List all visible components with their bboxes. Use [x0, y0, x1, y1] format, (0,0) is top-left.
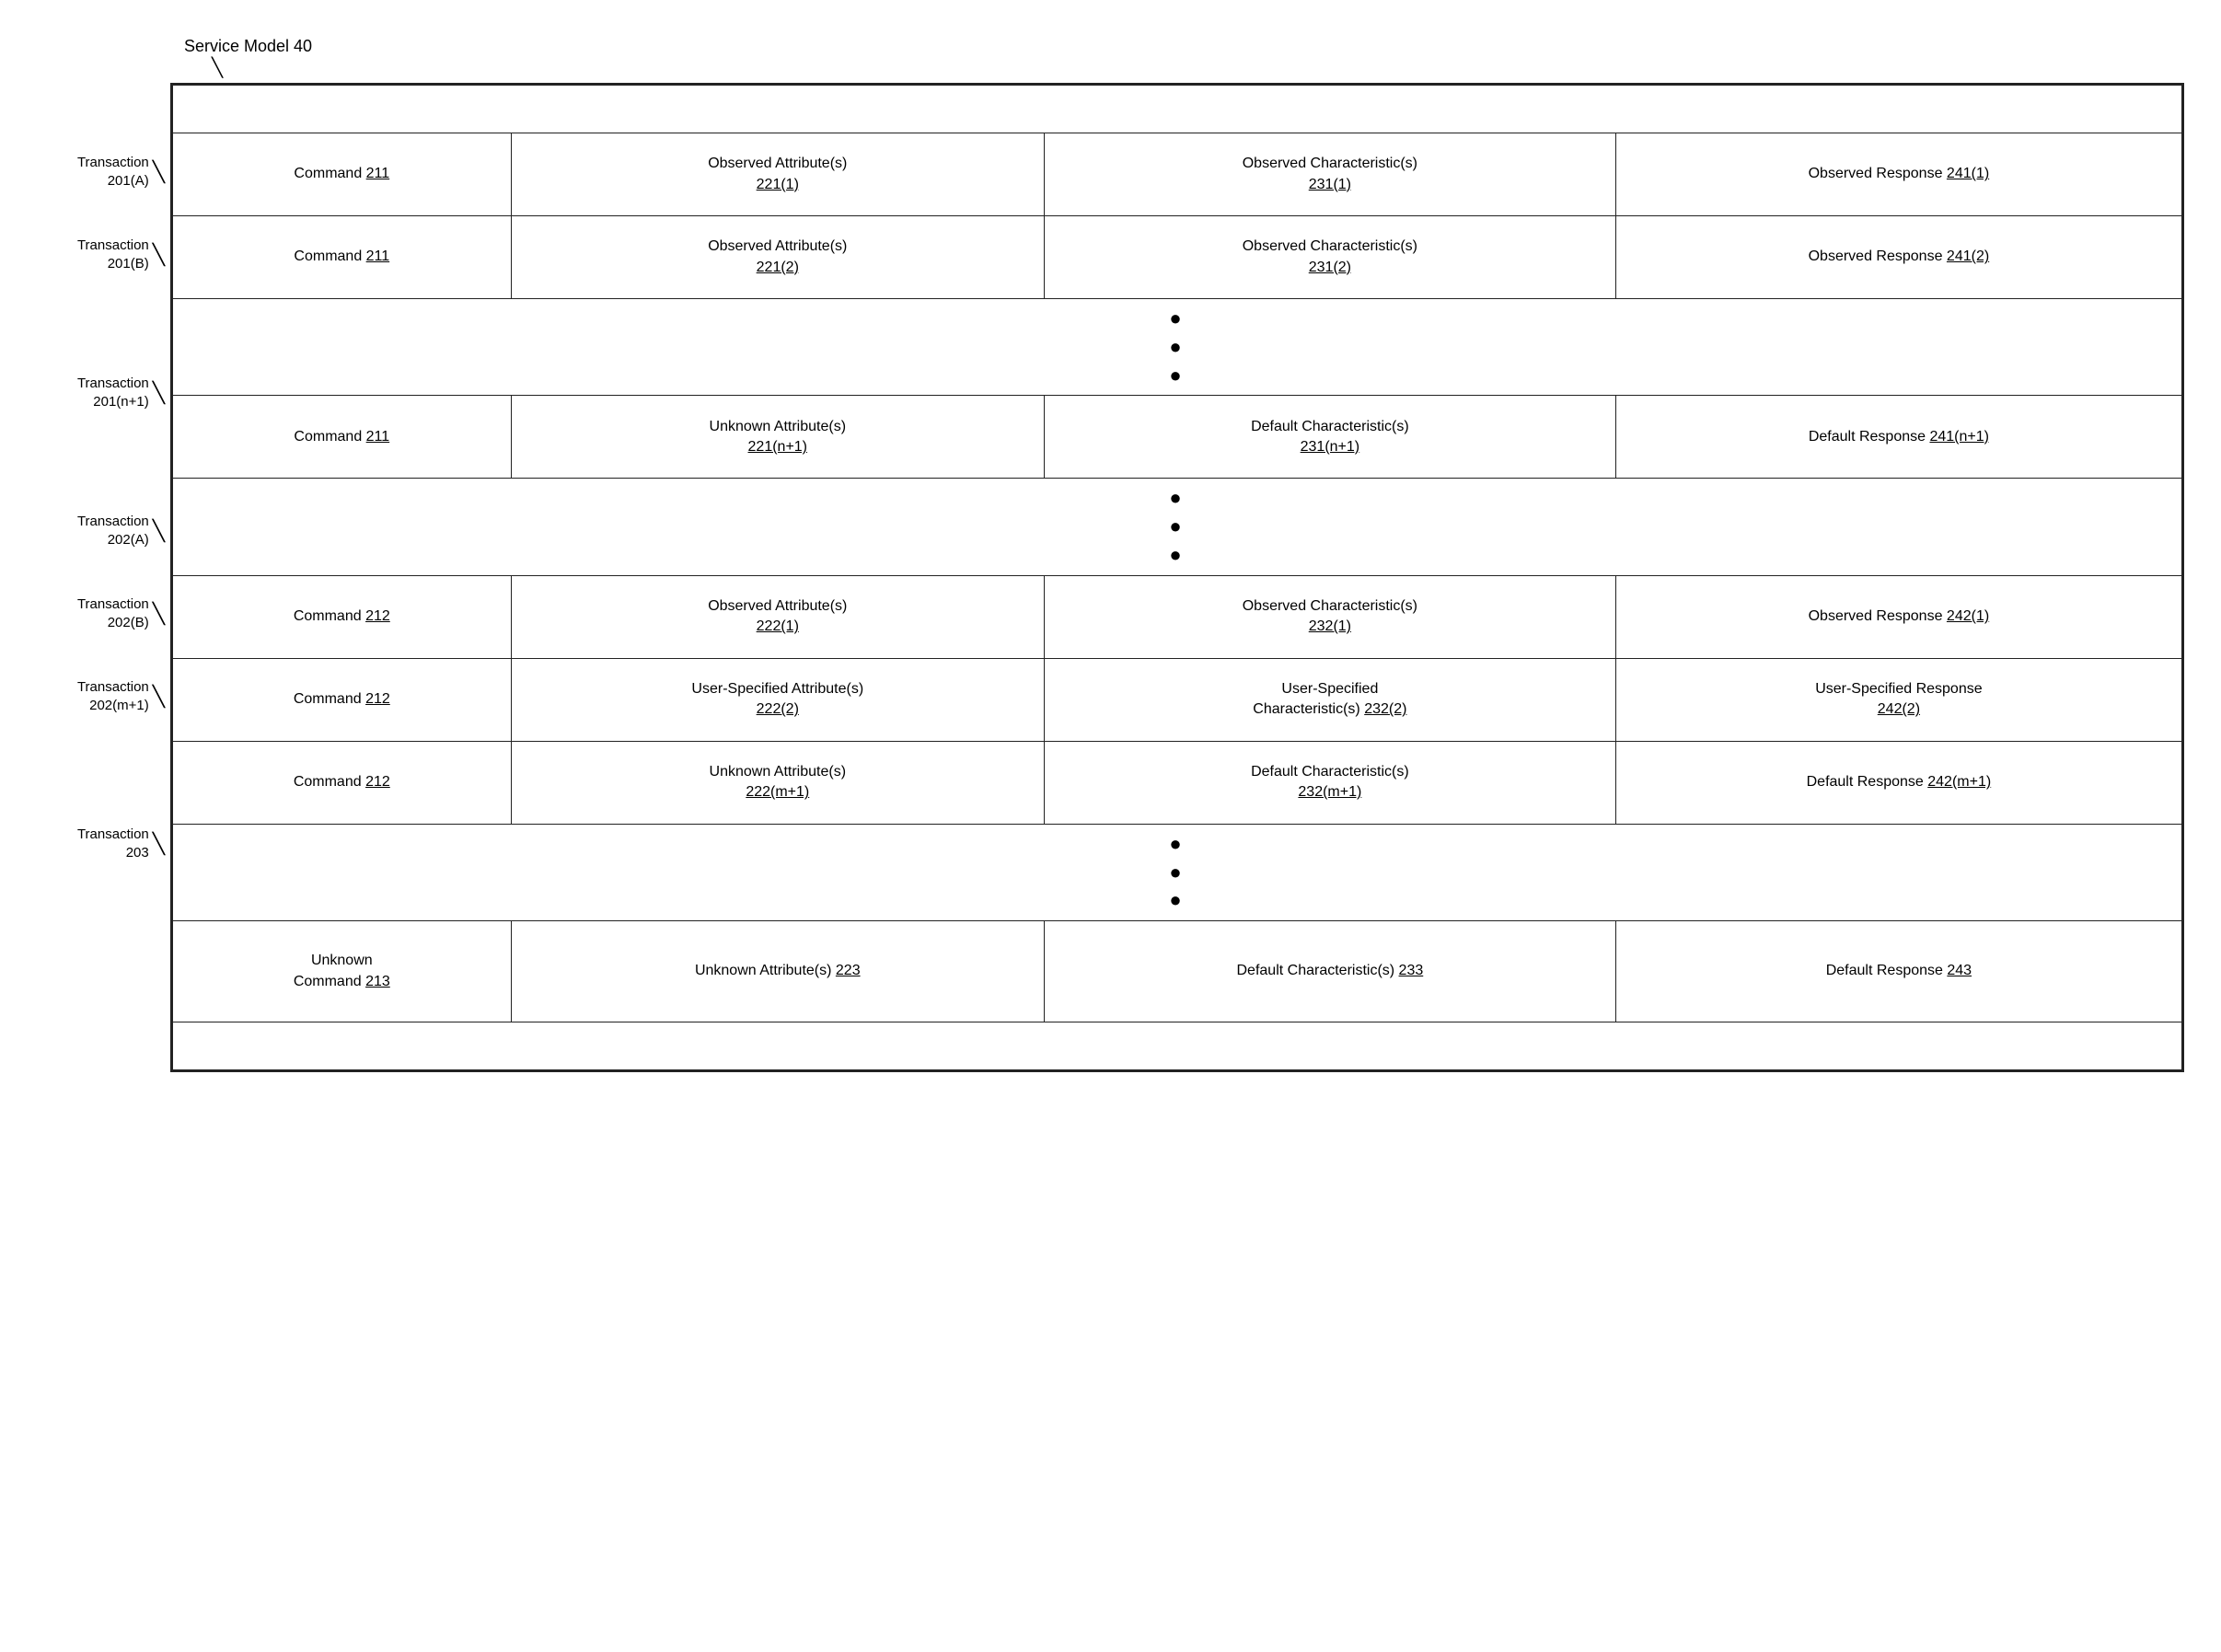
table-row-11	[173, 1022, 2182, 1070]
cell-r1-c0: Command 211	[173, 133, 512, 216]
cell-r4-c0: Command 211	[173, 396, 512, 479]
dots-row-cell-9: ●●●	[173, 824, 2182, 920]
table-row-6: Command 212Observed Attribute(s)222(1)Ob…	[173, 575, 2182, 658]
cell-r6-c2: Observed Characteristic(s)232(1)	[1044, 575, 1615, 658]
transaction-arrow-trans-201a: ╲	[153, 162, 165, 182]
table-row-2: Command 211Observed Attribute(s)221(2)Ob…	[173, 216, 2182, 299]
left-label-trans-201n1: Transaction201(n+1)╲	[37, 352, 170, 434]
service-model-label: Service Model 40	[184, 37, 312, 56]
cell-r1-c3: Observed Response 241(1)	[1615, 133, 2181, 216]
left-label-text-trans-202b: Transaction202(B)	[77, 595, 149, 633]
left-label-empty-bottom	[37, 895, 170, 942]
transaction-arrow-trans-201b: ╲	[153, 245, 165, 265]
empty-row-cell-11	[173, 1022, 2182, 1070]
table-row-5: ●●●	[173, 479, 2182, 575]
dots-row-cell-3: ●●●	[173, 299, 2182, 396]
left-label-dots2	[37, 434, 170, 490]
left-label-trans-202m1: Transaction202(m+1)╲	[37, 655, 170, 738]
cell-r7-c3: User-Specified Response242(2)	[1615, 658, 2181, 741]
transaction-arrow-trans-202b: ╲	[153, 604, 165, 624]
left-label-text-trans-202m1: Transaction202(m+1)	[77, 678, 149, 716]
left-label-trans-202b: Transaction202(B)╲	[37, 572, 170, 655]
cell-r8-c1: Unknown Attribute(s)222(m+1)	[511, 741, 1044, 824]
table-row-8: Command 212Unknown Attribute(s)222(m+1)D…	[173, 741, 2182, 824]
cell-r2-c1: Observed Attribute(s)221(2)	[511, 216, 1044, 299]
cell-r8-c3: Default Response 242(m+1)	[1615, 741, 2181, 824]
cell-r10-c2: Default Characteristic(s) 233	[1044, 921, 1615, 1022]
left-label-text-trans-201n1: Transaction201(n+1)	[77, 375, 149, 412]
table-row-10: UnknownCommand 213Unknown Attribute(s) 2…	[173, 921, 2182, 1022]
table-row-4: Command 211Unknown Attribute(s)221(n+1)D…	[173, 396, 2182, 479]
transaction-arrow-trans-202a: ╲	[153, 521, 165, 541]
cell-r4-c1: Unknown Attribute(s)221(n+1)	[511, 396, 1044, 479]
left-labels: Transaction201(A)╲Transaction201(B)╲Tran…	[37, 83, 170, 942]
left-label-trans-201b: Transaction201(B)╲	[37, 214, 170, 296]
main-layout: Transaction201(A)╲Transaction201(B)╲Tran…	[37, 83, 2184, 1072]
left-label-dots1	[37, 296, 170, 352]
cell-r10-c3: Default Response 243	[1615, 921, 2181, 1022]
left-label-trans-202a: Transaction202(A)╲	[37, 490, 170, 572]
left-label-dots3	[37, 738, 170, 793]
left-label-trans-201a: Transaction201(A)╲	[37, 131, 170, 214]
dots-row-cell-5: ●●●	[173, 479, 2182, 575]
cell-r4-c3: Default Response 241(n+1)	[1615, 396, 2181, 479]
cell-r10-c1: Unknown Attribute(s) 223	[511, 921, 1044, 1022]
table-outer: Command 211Observed Attribute(s)221(1)Ob…	[170, 83, 2184, 1072]
cell-r1-c2: Observed Characteristic(s)231(1)	[1044, 133, 1615, 216]
left-label-text-trans-202a: Transaction202(A)	[77, 513, 149, 550]
cell-r2-c0: Command 211	[173, 216, 512, 299]
cell-r4-c2: Default Characteristic(s)231(n+1)	[1044, 396, 1615, 479]
cell-r6-c3: Observed Response 242(1)	[1615, 575, 2181, 658]
left-label-empty-top	[37, 83, 170, 131]
cell-r10-c0: UnknownCommand 213	[173, 921, 512, 1022]
cell-r6-c1: Observed Attribute(s)222(1)	[511, 575, 1044, 658]
transaction-arrow-trans-202m1: ╲	[153, 687, 165, 707]
cell-r2-c2: Observed Characteristic(s)231(2)	[1044, 216, 1615, 299]
cell-r7-c1: User-Specified Attribute(s)222(2)	[511, 658, 1044, 741]
left-label-trans-203: Transaction203╲	[37, 793, 170, 895]
table-row-7: Command 212User-Specified Attribute(s)22…	[173, 658, 2182, 741]
table-row-3: ●●●	[173, 299, 2182, 396]
cell-r1-c1: Observed Attribute(s)221(1)	[511, 133, 1044, 216]
cell-r7-c2: User-SpecifiedCharacteristic(s) 232(2)	[1044, 658, 1615, 741]
left-label-text-trans-201b: Transaction201(B)	[77, 237, 149, 274]
cell-r2-c3: Observed Response 241(2)	[1615, 216, 2181, 299]
transaction-arrow-trans-201n1: ╲	[153, 383, 165, 403]
table-row-9: ●●●	[173, 824, 2182, 920]
empty-row-cell-0	[173, 86, 2182, 133]
table-row-0	[173, 86, 2182, 133]
cell-r8-c2: Default Characteristic(s)232(m+1)	[1044, 741, 1615, 824]
left-label-text-trans-203: Transaction203	[77, 826, 149, 863]
left-label-text-trans-201a: Transaction201(A)	[77, 154, 149, 191]
page-wrapper: Service Model 40 ╲ Transaction201(A)╲Tra…	[37, 37, 2184, 1072]
cell-r8-c0: Command 212	[173, 741, 512, 824]
main-table: Command 211Observed Attribute(s)221(1)Ob…	[172, 85, 2182, 1070]
cell-r7-c0: Command 212	[173, 658, 512, 741]
service-model-arrow: ╲	[212, 56, 223, 79]
transaction-arrow-trans-203: ╲	[153, 834, 165, 854]
table-row-1: Command 211Observed Attribute(s)221(1)Ob…	[173, 133, 2182, 216]
cell-r6-c0: Command 212	[173, 575, 512, 658]
